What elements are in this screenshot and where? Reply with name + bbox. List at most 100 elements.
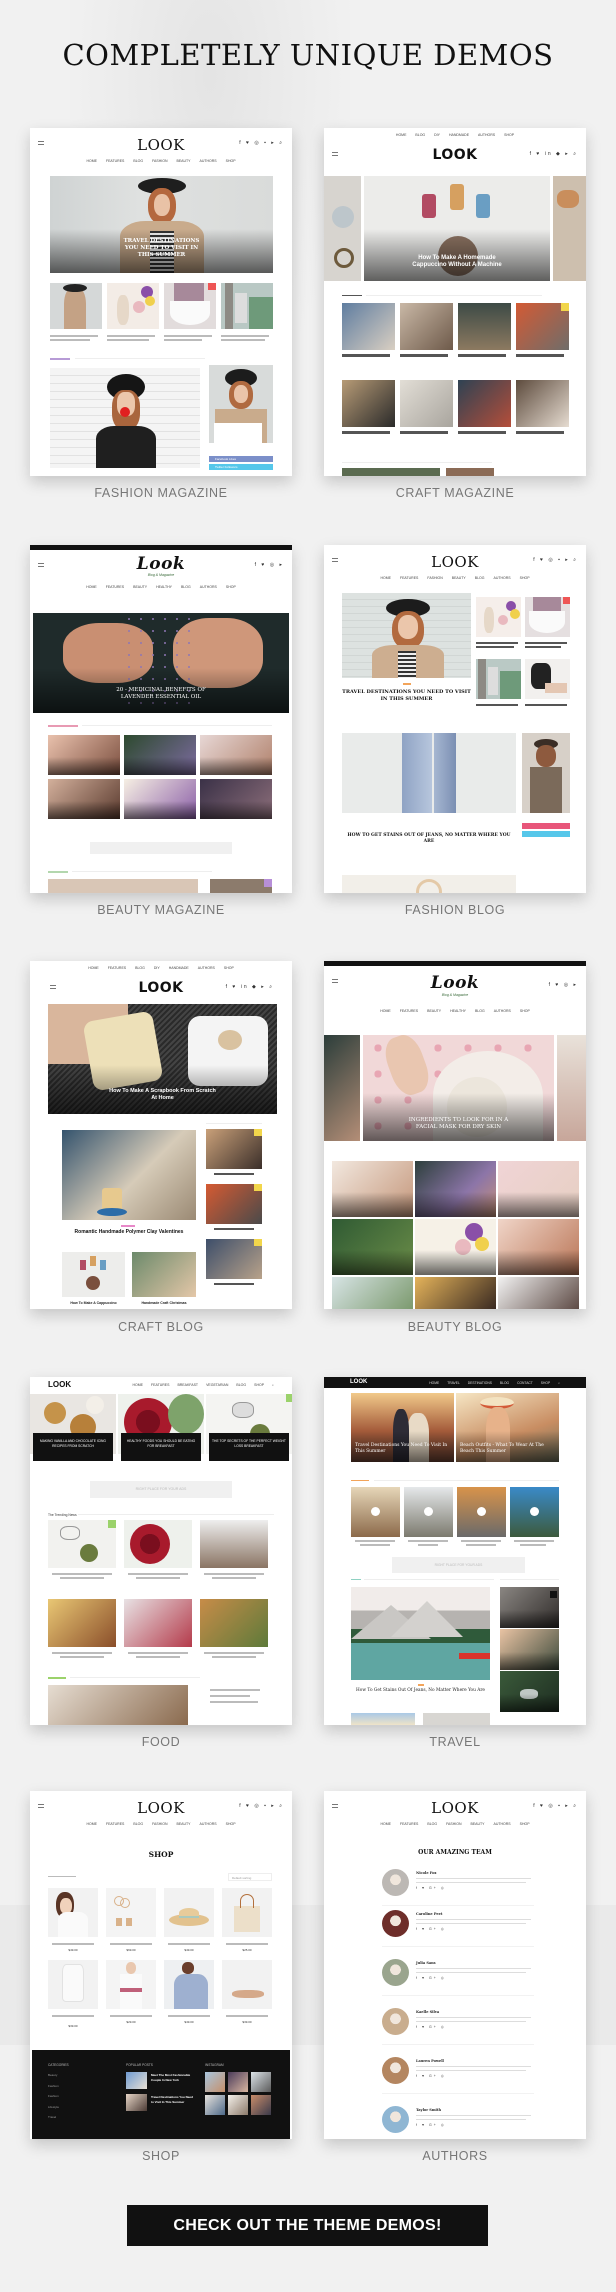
product-image[interactable] [48,1888,98,1937]
nav-item: AUTHORS [478,133,496,137]
demo-card-craft-magazine[interactable]: HOME BLOG DIY HANDMADE AUTHORS SHOP LOOK… [324,128,586,476]
author-social-icons[interactable]: f ♥ G+ ◎ [416,2123,446,2127]
post-thumb [400,380,453,427]
nav-item: HOME [429,1380,440,1385]
hero-image [342,593,471,678]
video-thumb[interactable] [351,1487,400,1537]
site-nav: HOME FEATURES BEAUTY HEALTHY BLOG AUTHOR… [324,1002,586,1021]
author-social-icons[interactable]: f ♥ G+ ◎ [416,1976,446,1980]
nav-item: VEGETARIAN [206,1383,229,1387]
social-button[interactable] [522,823,570,829]
product-image[interactable] [222,1960,272,2009]
ad-banner[interactable]: RIGHT PLACE FOR YOUR ADS [392,1557,525,1573]
nav-item: CONTACT [517,1380,533,1385]
nav-item: BEAUTY [427,1009,442,1013]
post-thumb [498,1277,579,1309]
footer-post-thumb [126,2094,147,2111]
sort-select[interactable]: Default sorting [228,1873,272,1881]
demo-card-fashion-blog[interactable]: LOOK f ♥ ◎ ▪ ▸ ⌕ HOME FEATURES FASHION B… [324,545,586,893]
nav-item: FEATURES [107,966,127,970]
product-image[interactable] [106,1888,156,1937]
author-name[interactable]: Nicole Fox [416,1871,436,1875]
ad-banner[interactable]: RIGHT PLACE FOR YOUR ADS [90,1481,232,1498]
post-thumb [342,380,395,427]
author-social-icons[interactable]: f ♥ G+ ◎ [416,2025,446,2029]
demo-card-travel[interactable]: LOOK HOME TRAVEL DESTINATIONS BLOG CONTA… [324,1377,586,1725]
footer-category[interactable]: Lifestyle [48,2105,59,2109]
hero-image: INGREDIENTS TO LOOK FOR IN A FACIAL MASK… [363,1035,554,1141]
author-name[interactable]: Taylor Smith [416,2108,441,2112]
product-image[interactable] [48,1960,98,2009]
product-price: $25.00 [242,1948,252,1952]
footer-category[interactable]: Beauty [48,2073,57,2077]
author-name[interactable]: Kaelle Silva [416,2010,439,2014]
author-avatar[interactable] [382,2008,409,2035]
demo-card-authors[interactable]: LOOK f ♥ ◎ ▪ ▸ ⌕ HOME FEATURES BLOG FASH… [324,1791,586,2139]
nav-item: DESTINATIONS [467,1380,492,1385]
demo-card-craft-blog[interactable]: HOME FEATURES BLOG DIY HANDMADE AUTHORS … [30,961,292,1309]
author-social-icons[interactable]: f ♥ G+ ◎ [416,1927,446,1931]
nav-item: FEATURES [399,1009,419,1013]
social-button[interactable] [522,831,570,837]
author-avatar[interactable] [382,1869,409,1896]
footer-category[interactable]: Travel [48,2115,56,2119]
footer-category[interactable]: Fashion [48,2094,59,2098]
instagram-thumb[interactable] [228,2072,248,2092]
hero-caption: INGREDIENTS TO LOOK FOR IN A FACIAL MASK… [408,1117,509,1130]
post-title: How To Make A Cappuccino [70,1301,117,1305]
author-avatar[interactable] [382,1910,409,1937]
social-icons: f ♥ ◎ ▸ [548,982,578,988]
author-avatar[interactable] [382,1959,409,1986]
instagram-thumb[interactable] [205,2095,225,2115]
facebook-likes-button[interactable]: Facebook Likes [209,456,273,462]
hero-caption: Travel Destinations You Need To Visit In… [355,1443,448,1454]
footer-title: POPULAR POSTS [126,2063,153,2067]
author-name[interactable]: Caroline Peet [416,1912,443,1916]
demo-card-fashion-magazine[interactable]: LOOK f ♥ ◎ ▪ ▸ ⌕ HOME FEATURES BLOG FASH… [30,128,292,476]
author-social-icons[interactable]: f ♥ G+ ◎ [416,2074,446,2078]
author-name[interactable]: Lauren Powell [416,2059,444,2063]
product-image[interactable] [164,1888,214,1937]
nav-item: FEATURES [399,1822,419,1826]
nav-item: HOME [395,133,407,137]
post-thumb [124,1599,192,1647]
demo-card-beauty-magazine[interactable]: Look Blog & Magazine f ♥ ◎ ▸ HOME FEATUR… [30,545,292,893]
search-icon[interactable]: ⌕ [558,1381,560,1385]
instagram-thumb[interactable] [251,2095,271,2115]
demo-card-beauty-blog[interactable]: Look Blog & Magazine f ♥ ◎ ▸ HOME FEATUR… [324,961,586,1309]
nav-item: HANDMADE [168,966,189,970]
footer-post-thumb [126,2072,147,2089]
search-icon[interactable]: ⌕ [272,1383,274,1387]
post-thumb [332,1277,413,1309]
instagram-thumb[interactable] [228,2095,248,2115]
product-image[interactable] [222,1888,272,1937]
video-thumb[interactable] [510,1487,559,1537]
author-avatar[interactable] [382,2057,409,2084]
post-thumb [446,468,494,476]
instagram-thumb[interactable] [251,2072,271,2092]
check-out-demos-button[interactable]: CHECK OUT THE THEME DEMOS! [127,2205,488,2246]
post-thumb [516,303,569,350]
ad-banner[interactable] [90,842,232,854]
author-name[interactable]: Julia Sans [416,1961,436,1965]
post-thumb [476,597,521,637]
author-avatar[interactable] [382,2106,409,2133]
nav-item: SHOP [519,576,530,580]
feature-title: Romantic Handmade Polymer Clay Valentine… [74,1229,184,1235]
demo-card-food[interactable]: LOOK HOME FEATURES BREAKFAST VEGETARIAN … [30,1377,292,1725]
footer-post-title[interactable]: Meet The Most Fashionable Couple In New … [151,2073,195,2082]
twitter-followers-button[interactable]: Twitter Followers [209,464,273,470]
hero-caption: How To Make A Scrapbook From Scratch At … [109,1088,216,1101]
post-thumb [342,468,440,476]
footer-post-title[interactable]: Travel Destinations You Need to Visit In… [151,2095,195,2104]
product-price: $29.00 [126,2020,136,2024]
product-image[interactable] [164,1960,214,2009]
author-social-icons[interactable]: f ♥ G+ ◎ [416,1886,446,1890]
footer-category[interactable]: Fashion [48,2084,59,2088]
nav-item: BLOG [499,1380,510,1385]
video-thumb[interactable] [404,1487,453,1537]
instagram-thumb[interactable] [205,2072,225,2092]
video-thumb[interactable] [457,1487,506,1537]
demo-card-shop[interactable]: LOOK f ♥ ◎ ▪ ▸ ⌕ HOME FEATURES BLOG FASH… [30,1791,292,2139]
product-image[interactable] [106,1960,156,2009]
